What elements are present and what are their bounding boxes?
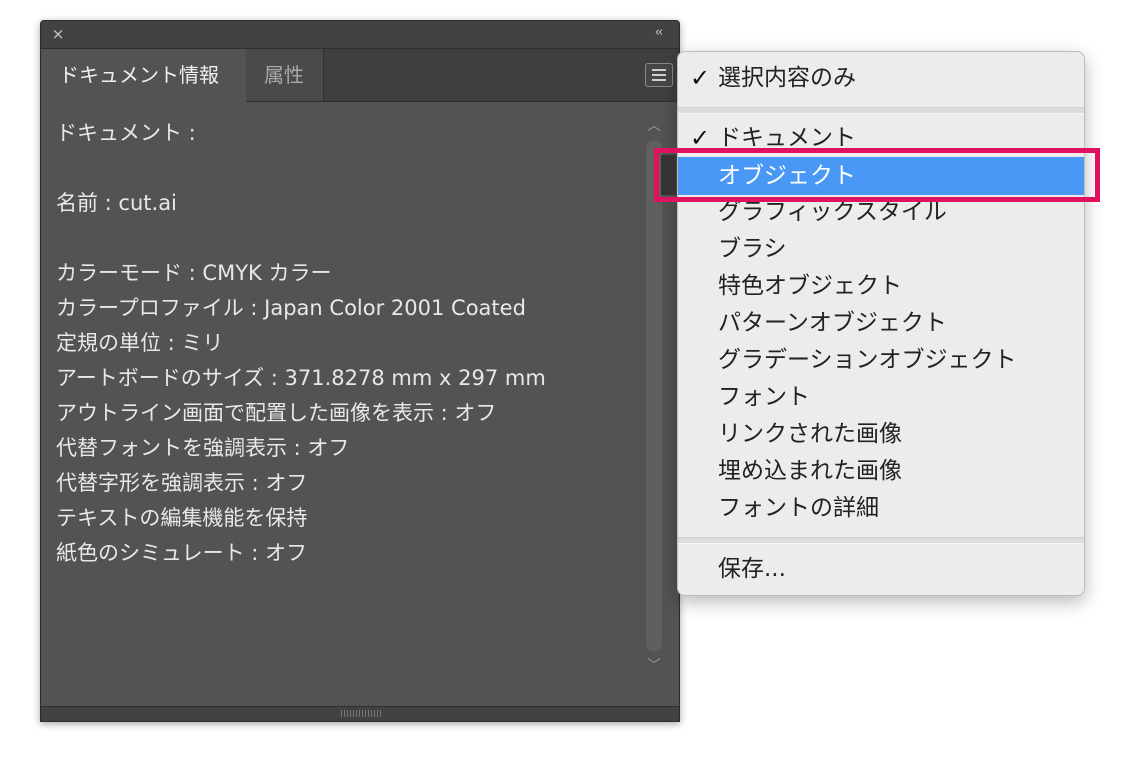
resize-grip-icon[interactable]	[341, 710, 381, 717]
info-line: テキストの編集機能を保持	[56, 506, 308, 530]
menu-item-label: ブラシ	[718, 236, 787, 262]
info-line: 紙色のシミュレート : オフ	[56, 541, 308, 565]
menu-item-label: グラフィックスタイル	[718, 199, 947, 225]
menu-item-graphic-style[interactable]: グラフィックスタイル	[678, 194, 1084, 230]
chevron-down-icon[interactable]: ﹀	[644, 656, 664, 676]
menu-item-save[interactable]: 保存...	[678, 551, 1084, 587]
info-line: 代替フォントを強調表示 : オフ	[56, 436, 350, 460]
menu-item-label: 選択内容のみ	[718, 65, 856, 91]
info-line: カラーモード : CMYK カラー	[56, 261, 332, 285]
scroll-track[interactable]	[646, 140, 662, 652]
menu-item-label: 特色オブジェクト	[718, 273, 902, 299]
menu-item-label: リンクされた画像	[718, 421, 902, 447]
info-line: アウトライン画面で配置した画像を表示 : オフ	[56, 401, 497, 425]
menu-item-brush[interactable]: ブラシ	[678, 231, 1084, 267]
menu-item-embedded-images[interactable]: 埋め込まれた画像	[678, 453, 1084, 489]
menu-line	[652, 69, 666, 71]
tab-document-info[interactable]: ドキュメント情報	[41, 49, 246, 102]
document-info-text: ドキュメント : 名前 : cut.ai カラーモード : CMYK カラー カ…	[56, 116, 636, 571]
menu-item-linked-images[interactable]: リンクされた画像	[678, 416, 1084, 452]
menu-item-label: フォントの詳細	[718, 495, 879, 521]
chevron-up-icon[interactable]: ︿	[644, 116, 664, 136]
menu-item-font-details[interactable]: フォントの詳細	[678, 490, 1084, 526]
tab-attributes[interactable]: 属性	[246, 49, 324, 101]
document-info-panel: × ‹‹ ドキュメント情報 属性 ドキュメント : 名前 : cut.ai カラ…	[40, 20, 680, 722]
checkmark-icon: ✓	[690, 64, 711, 92]
close-icon[interactable]: ×	[50, 26, 66, 42]
info-line: 定規の単位 : ミリ	[56, 331, 224, 355]
menu-item-label: 保存...	[718, 556, 786, 582]
menu-line	[652, 74, 666, 76]
menu-line	[652, 79, 666, 81]
menu-item-selection-only[interactable]: ✓ 選択内容のみ	[678, 60, 1084, 96]
checkmark-icon: ✓	[690, 124, 711, 152]
panel-options-menu: ✓ 選択内容のみ ✓ ドキュメント オブジェクト グラフィックスタイル ブラシ …	[677, 51, 1085, 596]
menu-item-label: フォント	[718, 384, 810, 410]
menu-item-label: オブジェクト	[718, 163, 856, 189]
menu-item-label: グラデーションオブジェクト	[718, 347, 1017, 373]
menu-item-label: 埋め込まれた画像	[718, 458, 902, 484]
info-line: ドキュメント :	[56, 121, 196, 145]
menu-item-spot-color-object[interactable]: 特色オブジェクト	[678, 268, 1084, 304]
tab-bar: ドキュメント情報 属性	[41, 49, 679, 102]
menu-item-object[interactable]: オブジェクト	[678, 157, 1084, 195]
panel-menu-button[interactable]	[645, 63, 673, 87]
info-line: アートボードのサイズ : 371.8278 mm x 297 mm	[56, 366, 546, 390]
menu-item-label: ドキュメント	[718, 125, 856, 151]
info-line	[56, 221, 636, 256]
menu-item-gradient-object[interactable]: グラデーションオブジェクト	[678, 342, 1084, 378]
menu-separator	[678, 537, 1084, 544]
info-line	[56, 151, 636, 186]
panel-bottom-bar	[41, 706, 679, 721]
menu-item-pattern-object[interactable]: パターンオブジェクト	[678, 305, 1084, 341]
info-line: カラープロファイル : Japan Color 2001 Coated	[56, 296, 526, 320]
menu-item-label: パターンオブジェクト	[718, 310, 947, 336]
panel-titlebar: × ‹‹	[41, 21, 679, 49]
vertical-scrollbar[interactable]: ︿ ﹀	[644, 116, 664, 676]
menu-separator	[678, 107, 1084, 114]
collapse-icon[interactable]: ‹‹	[649, 25, 667, 41]
menu-item-document[interactable]: ✓ ドキュメント	[678, 120, 1084, 156]
info-line: 名前 : cut.ai	[56, 191, 177, 215]
menu-item-font[interactable]: フォント	[678, 379, 1084, 415]
highlight-shadow	[661, 155, 676, 195]
info-line: 代替字形を強調表示 : オフ	[56, 471, 308, 495]
